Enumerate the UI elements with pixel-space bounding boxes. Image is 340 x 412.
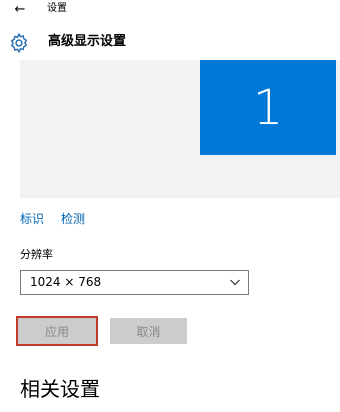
back-button[interactable]: ← [8,1,32,19]
monitor-tile[interactable]: 1 [200,60,336,155]
title-bar: ← 设置 [0,0,340,22]
page-header: 高级显示设置 [0,22,340,60]
related-settings-heading: 相关设置 [20,377,100,401]
monitor-number: 1 [252,79,284,136]
cancel-button[interactable]: 取消 [110,318,187,344]
chevron-down-icon [230,279,240,286]
apply-button[interactable]: 应用 [16,316,98,346]
resolution-value: 1024 × 768 [30,275,102,289]
resolution-label: 分辨率 [20,248,53,261]
identify-link[interactable]: 标识 [20,212,44,226]
back-arrow-icon: ← [14,2,26,17]
gear-icon [10,32,28,54]
app-title: 设置 [47,3,67,14]
resolution-dropdown[interactable]: 1024 × 768 [20,270,249,295]
detect-link[interactable]: 检测 [61,212,85,226]
page-title: 高级显示设置 [48,34,127,49]
